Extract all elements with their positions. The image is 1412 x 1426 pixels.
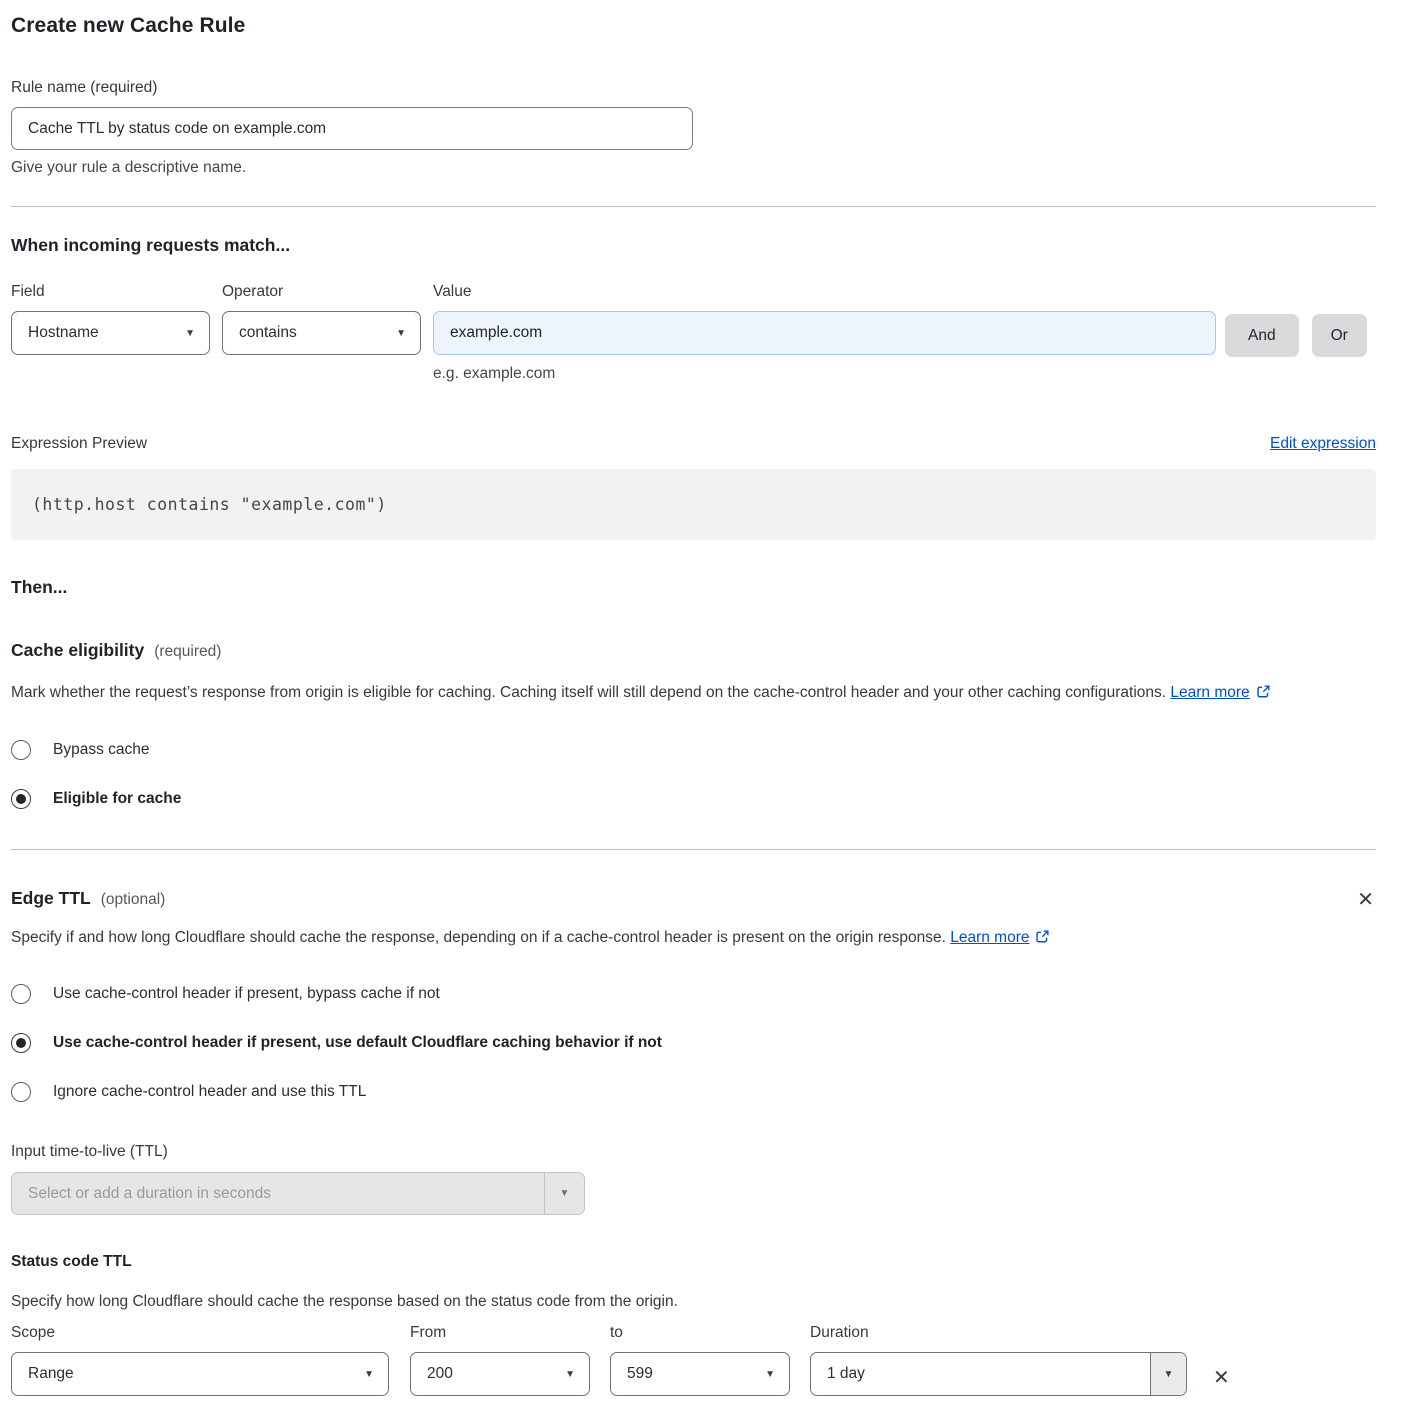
to-column: to 599 ▼: [610, 1324, 790, 1396]
operator-select-value: contains: [239, 324, 297, 342]
value-input[interactable]: [433, 311, 1216, 355]
ttl-input-label: Input time-to-live (TTL): [11, 1143, 1376, 1161]
edge-ttl-header: Edge TTL (optional) ✕: [11, 888, 1376, 912]
rule-name-input[interactable]: [11, 107, 693, 150]
from-column: From 200 ▼: [410, 1324, 590, 1396]
edge-ttl-description: Specify if and how long Cloudflare shoul…: [11, 924, 1351, 955]
to-select[interactable]: 599 ▼: [610, 1352, 790, 1396]
field-label: Field: [11, 283, 210, 301]
cache-eligibility-title-row: Cache eligibility (required): [11, 640, 1376, 661]
chevron-down-icon: ▼: [1150, 1353, 1186, 1395]
edit-expression-link[interactable]: Edit expression: [1270, 435, 1376, 453]
chevron-down-icon: ▼: [765, 1369, 775, 1380]
edge-ttl-option-bypass-radio[interactable]: Use cache-control header if present, byp…: [11, 984, 1376, 1004]
value-column: Value e.g. example.com: [433, 283, 1216, 383]
expression-preview-header: Expression Preview Edit expression: [11, 435, 1376, 453]
status-code-ttl-row: Scope Range ▼ From 200 ▼ to 599 ▼: [11, 1324, 1376, 1396]
edge-ttl-option-default-radio[interactable]: Use cache-control header if present, use…: [11, 1033, 1376, 1053]
ttl-duration-select: Select or add a duration in seconds ▼: [11, 1172, 585, 1215]
remove-status-ttl-icon[interactable]: ✕: [1211, 1366, 1232, 1390]
radio-icon: [11, 789, 31, 809]
edge-ttl-option-ignore-radio[interactable]: Ignore cache-control header and use this…: [11, 1082, 1376, 1102]
value-hint: e.g. example.com: [433, 365, 1216, 383]
rule-name-group: Rule name (required) Give your rule a de…: [11, 79, 1376, 177]
chevron-down-icon: ▼: [544, 1173, 584, 1214]
cache-eligibility-title: Cache eligibility: [11, 640, 144, 661]
duration-select-value: 1 day: [811, 1353, 1150, 1395]
match-condition-row: Field Hostname ▼ Operator contains ▼ Val…: [11, 283, 1376, 383]
expression-preview-label: Expression Preview: [11, 435, 147, 453]
external-link-icon: [1256, 681, 1271, 710]
match-section-heading: When incoming requests match...: [11, 235, 1376, 256]
cache-eligibility-options: Bypass cache Eligible for cache: [11, 740, 1376, 809]
scope-select[interactable]: Range ▼: [11, 1352, 389, 1396]
rule-name-help: Give your rule a descriptive name.: [11, 159, 1376, 177]
field-select-value: Hostname: [28, 324, 99, 342]
radio-icon: [11, 1082, 31, 1102]
status-code-ttl-section: Status code TTL Specify how long Cloudfl…: [11, 1253, 1376, 1396]
or-button[interactable]: Or: [1312, 314, 1367, 357]
duration-label: Duration: [810, 1324, 1187, 1342]
expression-code: (http.host contains "example.com"): [32, 495, 387, 514]
duration-column: Duration 1 day ▼: [810, 1324, 1187, 1396]
cache-eligibility-section: Cache eligibility (required) Mark whethe…: [11, 640, 1376, 809]
edge-ttl-options: Use cache-control header if present, byp…: [11, 984, 1376, 1102]
section-divider: [11, 849, 1376, 850]
external-link-icon: [1035, 926, 1050, 955]
duration-select[interactable]: 1 day ▼: [810, 1352, 1187, 1396]
from-label: From: [410, 1324, 590, 1342]
chevron-down-icon: ▼: [396, 328, 406, 339]
to-select-value: 599: [627, 1365, 653, 1383]
edge-ttl-optional-tag: (optional): [101, 891, 166, 909]
and-button[interactable]: And: [1225, 314, 1299, 357]
learn-more-link[interactable]: Learn more: [1170, 684, 1249, 701]
page-title: Create new Cache Rule: [11, 14, 1376, 38]
field-column: Field Hostname ▼: [11, 283, 210, 355]
cache-eligibility-required-tag: (required): [154, 643, 221, 661]
ttl-input-group: Input time-to-live (TTL) Select or add a…: [11, 1143, 1376, 1215]
then-heading: Then...: [11, 577, 1376, 598]
bypass-cache-radio[interactable]: Bypass cache: [11, 740, 1376, 760]
radio-icon: [11, 740, 31, 760]
from-select[interactable]: 200 ▼: [410, 1352, 590, 1396]
from-select-value: 200: [427, 1365, 453, 1383]
scope-select-value: Range: [28, 1365, 74, 1383]
expression-preview-box: (http.host contains "example.com"): [11, 469, 1376, 540]
chevron-down-icon: ▼: [185, 328, 195, 339]
edge-ttl-title: Edge TTL: [11, 888, 91, 909]
close-icon[interactable]: ✕: [1355, 888, 1376, 912]
radio-icon: [11, 1033, 31, 1053]
cache-eligibility-description: Mark whether the request’s response from…: [11, 679, 1351, 710]
create-cache-rule-form: Create new Cache Rule Rule name (require…: [0, 0, 1412, 1426]
scope-column: Scope Range ▼: [11, 1324, 389, 1396]
chevron-down-icon: ▼: [364, 1369, 374, 1380]
eligible-for-cache-radio[interactable]: Eligible for cache: [11, 789, 1376, 809]
operator-label: Operator: [222, 283, 421, 301]
rule-name-label: Rule name (required): [11, 79, 1376, 97]
operator-select[interactable]: contains ▼: [222, 311, 421, 355]
scope-label: Scope: [11, 1324, 389, 1342]
section-divider: [11, 206, 1376, 207]
radio-icon: [11, 984, 31, 1004]
learn-more-link[interactable]: Learn more: [950, 929, 1029, 946]
to-label: to: [610, 1324, 790, 1342]
field-select[interactable]: Hostname ▼: [11, 311, 210, 355]
chevron-down-icon: ▼: [565, 1369, 575, 1380]
status-code-ttl-description: Specify how long Cloudflare should cache…: [11, 1293, 1376, 1311]
value-label: Value: [433, 283, 1216, 301]
operator-column: Operator contains ▼: [222, 283, 421, 355]
status-code-ttl-title: Status code TTL: [11, 1253, 1376, 1271]
ttl-duration-placeholder: Select or add a duration in seconds: [12, 1173, 544, 1214]
